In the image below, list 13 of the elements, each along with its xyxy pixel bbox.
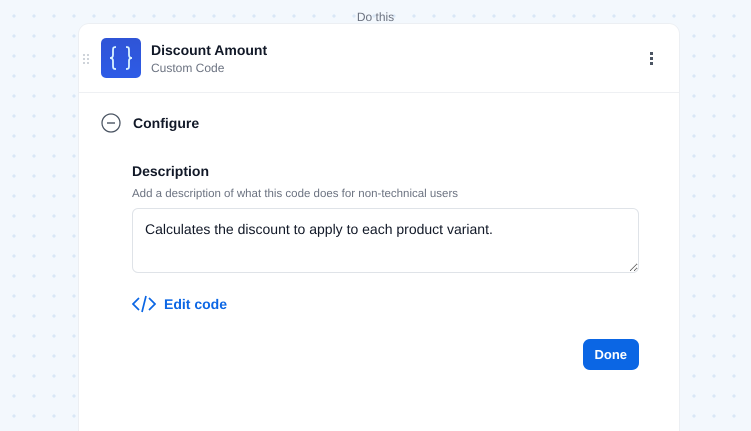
edit-code-link[interactable]: Edit code bbox=[132, 295, 228, 313]
section-title: Configure bbox=[133, 115, 200, 131]
field-label: Description bbox=[132, 163, 210, 179]
drag-handle-icon[interactable] bbox=[83, 54, 90, 65]
step-title: Discount Amount bbox=[151, 42, 268, 58]
collapse-icon[interactable] bbox=[101, 113, 121, 133]
step-subtitle: Custom Code bbox=[151, 60, 226, 74]
code-icon bbox=[132, 295, 156, 313]
field-hint: Add a description of what this code does for non-technical users bbox=[132, 188, 460, 200]
done-button[interactable]: Done bbox=[582, 339, 639, 370]
description-field[interactable]: Calculates the discount to apply to each product variant. bbox=[132, 208, 639, 273]
step-label: Do this bbox=[356, 10, 394, 24]
braces-icon bbox=[101, 38, 141, 78]
